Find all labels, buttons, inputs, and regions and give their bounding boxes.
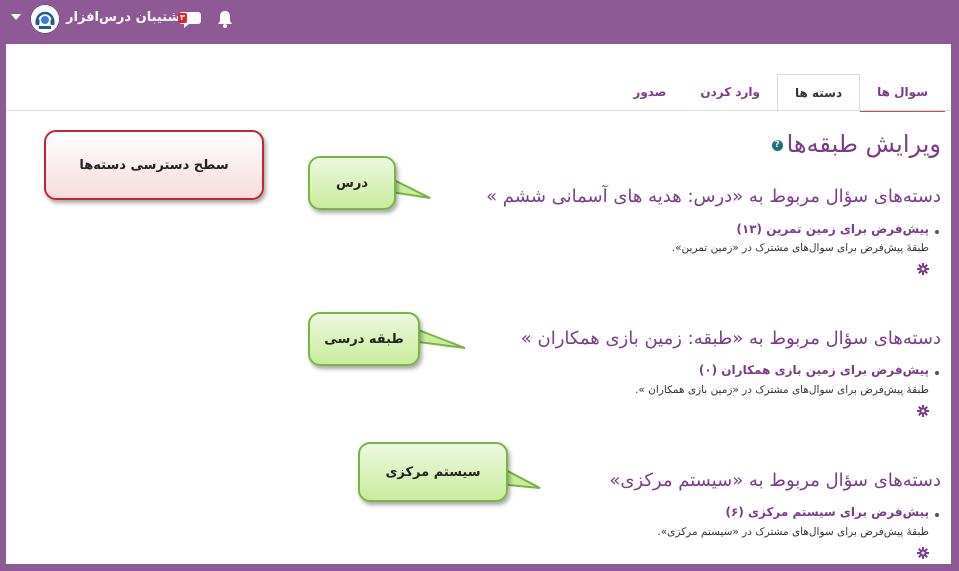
top-bar: پشتیبان درس‌افزار ۳	[0, 0, 959, 38]
caret-down-icon[interactable]	[11, 14, 21, 20]
category-link-category[interactable]: پیش‌فرض برای زمین بازی همکاران (۰)	[699, 363, 929, 377]
gear-icon[interactable]	[917, 263, 929, 275]
tab-divider	[6, 110, 951, 111]
user-name[interactable]: پشتیبان درس‌افزار	[66, 10, 186, 25]
callout-course-category: طبقه درسی	[308, 312, 420, 366]
category-description: طبقهٔ پیش‌فرض برای سوال‌های مشترک در «سی…	[657, 526, 929, 538]
notification-badge: ۳	[178, 13, 187, 23]
category-link-course[interactable]: پیش‌فرض برای زمین تمرین (۱۳)	[736, 222, 929, 236]
list-bullet	[935, 230, 939, 234]
tab-categories[interactable]: دسته ها	[777, 74, 861, 112]
content-panel: سوال ها دسته ها وارد کردن صدور ویرایش طب…	[6, 44, 951, 564]
tab-questions[interactable]: سوال ها	[860, 74, 945, 112]
tab-export[interactable]: صدور	[616, 74, 683, 110]
bell-icon[interactable]	[216, 9, 234, 29]
list-bullet	[935, 513, 939, 517]
tab-import[interactable]: وارد کردن	[683, 74, 777, 110]
page-title: ویرایش طبقه‌ها?	[771, 130, 941, 158]
section-heading-category: دسته‌های سؤال مربوط به «طبقه: زمین بازی …	[520, 328, 941, 349]
category-link-system[interactable]: پیش‌فرض برای سیستم مرکزی (۶)	[726, 505, 929, 519]
callout-category-access: سطح دسترسی دسته‌ها	[44, 130, 264, 200]
callout-system: سیستم مرکزی	[358, 442, 508, 502]
gear-icon[interactable]	[917, 405, 929, 417]
list-bullet	[935, 371, 939, 375]
page-title-text: ویرایش طبقه‌ها	[786, 130, 941, 158]
gear-icon[interactable]	[917, 547, 929, 559]
section-heading-system: دسته‌های سؤال مربوط به «سیستم مرکزی»	[609, 470, 941, 491]
category-description: طبقهٔ پیش‌فرض برای سوال‌های مشترک در «زم…	[671, 242, 929, 254]
section-heading-course: دسته‌های سؤال مربوط به «درس: هدیه های آس…	[486, 186, 941, 207]
tab-bar: سوال ها دسته ها وارد کردن صدور	[616, 74, 945, 112]
category-description: طبقهٔ پیش‌فرض برای سوال‌های مشترک در «زم…	[635, 384, 929, 396]
help-icon[interactable]: ?	[771, 139, 783, 151]
avatar[interactable]	[30, 4, 60, 34]
callout-course: درس	[308, 156, 396, 210]
